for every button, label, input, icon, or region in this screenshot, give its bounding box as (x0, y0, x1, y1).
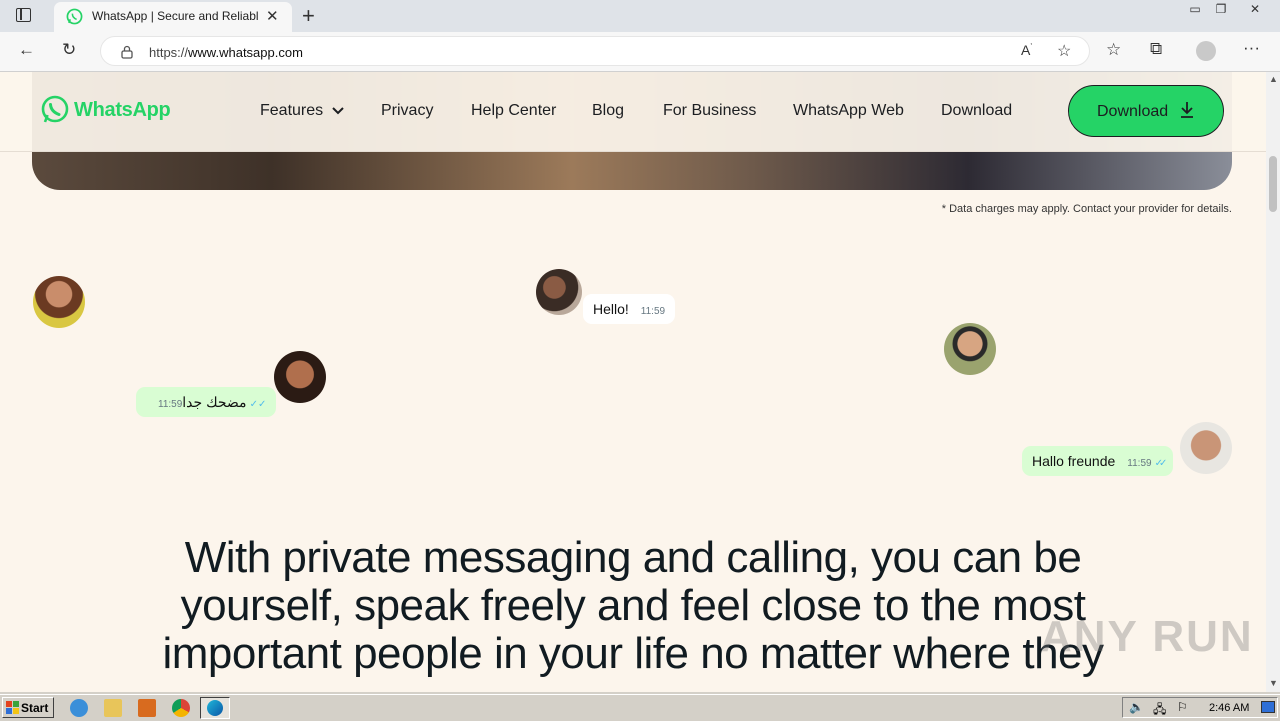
scrollbar-thumb[interactable] (1269, 156, 1277, 212)
avatar (1180, 422, 1232, 474)
chat-bubble: Hello! 11:59 (583, 294, 676, 324)
chrome-icon[interactable] (172, 699, 190, 717)
scroll-down-icon[interactable]: ▼ (1269, 678, 1278, 688)
nav-help-center[interactable]: Help Center (471, 102, 556, 120)
nav-whatsapp-web[interactable]: WhatsApp Web (793, 102, 904, 120)
tab-close-icon[interactable]: ✕ (266, 7, 279, 25)
add-favorite-icon[interactable]: ☆ (1057, 41, 1071, 61)
nav-privacy[interactable]: Privacy (381, 102, 433, 120)
volume-icon[interactable]: 🔈 (1129, 700, 1144, 714)
whatsapp-logo[interactable]: WhatsApp (40, 94, 171, 126)
anyrun-watermark: ANY RUN (1040, 612, 1254, 661)
lock-icon (121, 45, 133, 59)
logo-text: WhatsApp (74, 98, 171, 121)
nav-blog[interactable]: Blog (592, 102, 624, 120)
avatar (944, 323, 996, 375)
edge-icon (207, 700, 223, 716)
chat-time: 11:59 (640, 306, 666, 317)
internet-explorer-icon[interactable] (70, 699, 88, 717)
new-tab-button[interactable]: + (302, 3, 315, 29)
back-icon[interactable]: ← (18, 40, 35, 60)
windows-flag-icon (6, 701, 19, 714)
action-center-flag-icon[interactable]: ⚐ (1177, 700, 1188, 714)
read-receipt-icon: ✓✓ (1154, 458, 1168, 469)
restore-icon[interactable]: ❐ (1210, 2, 1232, 18)
scroll-up-icon[interactable]: ▲ (1269, 74, 1278, 84)
avatar (33, 276, 85, 328)
collections-icon[interactable]: ⧉ (1150, 39, 1162, 59)
windows-taskbar: Start 🔈 🖧 ⚐ 2:46 AM (0, 694, 1280, 720)
start-button[interactable]: Start (2, 697, 54, 718)
nav-for-business[interactable]: For Business (663, 102, 756, 120)
nav-features[interactable]: Features (260, 102, 344, 120)
url-text: https://www.whatsapp.com (149, 45, 303, 60)
browser-tab[interactable]: WhatsApp | Secure and Reliable ✕ (54, 2, 292, 32)
read-aloud-icon[interactable]: Aʼ (1021, 42, 1032, 58)
chat-bubble: Hallo freunde 11:59 ✓✓ (1022, 446, 1174, 476)
show-desktop-icon[interactable] (1261, 701, 1275, 713)
download-icon (1181, 102, 1193, 118)
profile-avatar[interactable] (1196, 41, 1216, 61)
chat-text: مضحك جدا (182, 394, 247, 410)
page-scrollbar[interactable]: ▲ ▼ (1266, 72, 1280, 692)
nav-download[interactable]: Download (941, 102, 1012, 120)
page-viewport: WhatsApp Features Privacy Help Center Bl… (0, 72, 1266, 692)
favorites-icon[interactable]: ☆ (1106, 40, 1121, 60)
chat-bubble: مضحك جدا11:59 ✓✓ (136, 387, 277, 417)
more-menu-icon[interactable]: ··· (1243, 38, 1260, 58)
network-icon[interactable]: 🖧 (1153, 700, 1166, 721)
download-button-label: Download (1097, 103, 1169, 120)
avatar (274, 351, 326, 403)
avatar (536, 269, 582, 315)
chat-text: Hallo freunde (1032, 453, 1116, 469)
tab-title: WhatsApp | Secure and Reliable (92, 9, 258, 23)
system-tray: 🔈 🖧 ⚐ 2:46 AM (1122, 697, 1278, 718)
browser-tab-bar: WhatsApp | Secure and Reliable ✕ + ▭ ❐ ✕ (0, 0, 1280, 32)
file-explorer-icon[interactable] (104, 699, 122, 717)
media-player-icon[interactable] (138, 699, 156, 717)
whatsapp-favicon-icon (66, 8, 83, 25)
start-label: Start (21, 701, 49, 715)
chevron-down-icon (331, 107, 344, 115)
browser-toolbar: ← ↻ https://www.whatsapp.com Aʼ ☆ ☆ ⧉ ··… (0, 32, 1280, 72)
taskbar-clock[interactable]: 2:46 AM (1209, 702, 1249, 714)
window-close-icon[interactable]: ✕ (1244, 2, 1266, 18)
whatsapp-logo-icon (41, 95, 69, 123)
download-button[interactable]: Download (1068, 85, 1224, 137)
refresh-icon[interactable]: ↻ (62, 40, 76, 60)
edge-taskbar-button[interactable] (200, 697, 230, 719)
chat-time: 11:59 (158, 399, 183, 410)
data-charges-disclaimer: * Data charges may apply. Contact your p… (941, 203, 1232, 215)
chat-text: Hello! (593, 301, 629, 317)
chat-time: 11:59 (1127, 458, 1152, 469)
site-header: WhatsApp Features Privacy Help Center Bl… (0, 72, 1266, 152)
address-bar[interactable]: https://www.whatsapp.com Aʼ ☆ (100, 36, 1090, 66)
sidebar-toggle-icon[interactable] (16, 8, 31, 22)
read-receipt-icon: ✓✓ (249, 399, 271, 410)
minimize-icon[interactable]: ▭ (1184, 2, 1206, 18)
headline-text: With private messaging and calling, you … (162, 533, 1104, 693)
